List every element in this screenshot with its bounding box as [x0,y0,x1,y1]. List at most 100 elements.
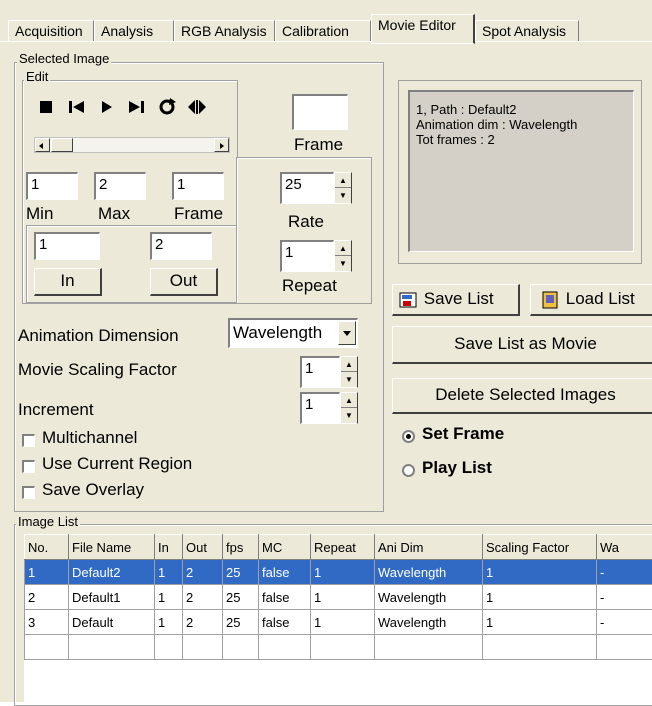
rate-spinner[interactable]: ▲ ▼ [334,172,352,204]
movie-editor-window: Acquisition Analysis RGB Analysis Calibr… [0,0,652,702]
repeat-down-button[interactable]: ▼ [335,256,351,271]
cell-empty [69,635,155,660]
cell-ani-dim: Wavelength [375,585,483,610]
image-list-table-area: No. File Name In Out fps MC Repeat Ani D… [24,534,652,702]
movie-scaling-spinner[interactable]: ▲ ▼ [340,356,358,388]
multichannel-label: Multichannel [42,428,137,448]
in-button[interactable]: In [34,268,102,296]
increment-down-button[interactable]: ▼ [341,408,357,423]
movie-scaling-input[interactable]: 1 [300,356,340,388]
table-row-empty[interactable] [25,635,652,660]
cell-ani-dim: Wavelength [375,560,483,585]
col-header-ani-dim[interactable]: Ani Dim [375,535,483,560]
tab-spot-analysis[interactable]: Spot Analysis [475,20,579,42]
animation-dimension-select[interactable]: Wavelength [228,318,358,348]
last-frame-button[interactable] [124,94,150,120]
tab-divider [0,41,652,42]
image-list-label: Image List [16,515,80,529]
frame-input[interactable]: 1 [172,172,224,200]
scaling-down-button[interactable]: ▼ [341,372,357,387]
cell-fps: 25 [223,585,259,610]
repeat-input[interactable]: 1 [280,240,334,272]
cell-no: 1 [25,560,69,585]
cell-empty [259,635,311,660]
movie-scaling-label: Movie Scaling Factor [18,360,177,380]
repeat-label: Repeat [282,276,337,296]
col-header-repeat[interactable]: Repeat [311,535,375,560]
table-row[interactable]: 2Default11225false1Wavelength1- [25,585,652,610]
edit-label: Edit [24,70,50,84]
cell-out: 2 [183,560,223,585]
col-header-mc[interactable]: MC [259,535,311,560]
load-list-button[interactable]: Load List [530,284,652,316]
delete-selected-images-button[interactable]: Delete Selected Images [392,378,652,414]
stop-button[interactable] [34,94,60,120]
increment-up-button[interactable]: ▲ [341,393,357,408]
col-header-out[interactable]: Out [183,535,223,560]
load-list-label: Load List [566,289,635,308]
out-input[interactable]: 2 [150,232,212,260]
rate-label: Rate [288,212,324,232]
col-header-file-name[interactable]: File Name [69,535,155,560]
col-header-fps[interactable]: fps [223,535,259,560]
save-list-as-movie-button[interactable]: Save List as Movie [392,326,652,364]
bounce-button[interactable] [184,94,210,120]
save-list-button[interactable]: Save List [392,284,520,316]
set-frame-radio[interactable] [402,430,415,443]
selected-image-label: Selected Image [17,52,111,66]
tab-analysis[interactable]: Analysis [94,20,174,42]
play-icon [94,94,120,120]
increment-spinner[interactable]: ▲ ▼ [340,392,358,424]
repeat-up-button[interactable]: ▲ [335,241,351,256]
frame-display-caption: Frame [294,135,343,155]
chevron-down-icon [339,322,355,344]
tab-acquisition[interactable]: Acquisition [8,20,94,42]
loop-icon [154,94,180,120]
scaling-up-button[interactable]: ▲ [341,357,357,372]
tab-rgb-analysis[interactable]: RGB Analysis [174,20,275,42]
load-list-icon [541,291,561,309]
tab-calibration[interactable]: Calibration [275,20,371,42]
play-button[interactable] [94,94,120,120]
table-row[interactable]: 1Default21225false1Wavelength1- [25,560,652,585]
save-overlay-checkbox[interactable] [22,486,35,499]
cell-file-name: Default2 [69,560,155,585]
max-input[interactable]: 2 [94,172,146,200]
cell-scaling-factor: 1 [483,610,597,635]
col-header-wa[interactable]: Wa [597,535,652,560]
use-current-region-checkbox[interactable] [22,460,35,473]
table-row[interactable]: 3Default1225false1Wavelength1- [25,610,652,635]
col-header-in[interactable]: In [155,535,183,560]
frame-scrollbar[interactable] [34,137,230,153]
skip-forward-icon [124,94,150,120]
increment-input[interactable]: 1 [300,392,340,424]
cell-mc: false [259,585,311,610]
loop-button[interactable] [154,94,180,120]
multichannel-checkbox[interactable] [22,434,35,447]
min-input[interactable]: 1 [26,172,78,200]
cell-empty [183,635,223,660]
cell-file-name: Default [69,610,155,635]
repeat-spinner[interactable]: ▲ ▼ [334,240,352,272]
cell-repeat: 1 [311,560,375,585]
rate-up-button[interactable]: ▲ [335,173,351,188]
animation-dimension-value: Wavelength [233,323,322,342]
rate-down-button[interactable]: ▼ [335,188,351,203]
frame-label: Frame [174,204,223,224]
frame-display [292,94,348,130]
min-label: Min [26,204,53,224]
play-list-radio[interactable] [402,464,415,477]
col-header-no[interactable]: No. [25,535,69,560]
in-input[interactable]: 1 [34,232,100,260]
cell-ani-dim: Wavelength [375,610,483,635]
table-header-row: No. File Name In Out fps MC Repeat Ani D… [25,535,652,560]
dropdown-button[interactable] [338,321,356,345]
scroll-right-button[interactable] [214,138,229,152]
scroll-thumb[interactable] [51,138,73,152]
out-button[interactable]: Out [150,268,218,296]
first-frame-button[interactable] [64,94,90,120]
col-header-scaling-factor[interactable]: Scaling Factor [483,535,597,560]
tab-movie-editor[interactable]: Movie Editor [371,14,475,44]
scroll-left-button[interactable] [35,138,50,152]
rate-input[interactable]: 25 [280,172,334,204]
